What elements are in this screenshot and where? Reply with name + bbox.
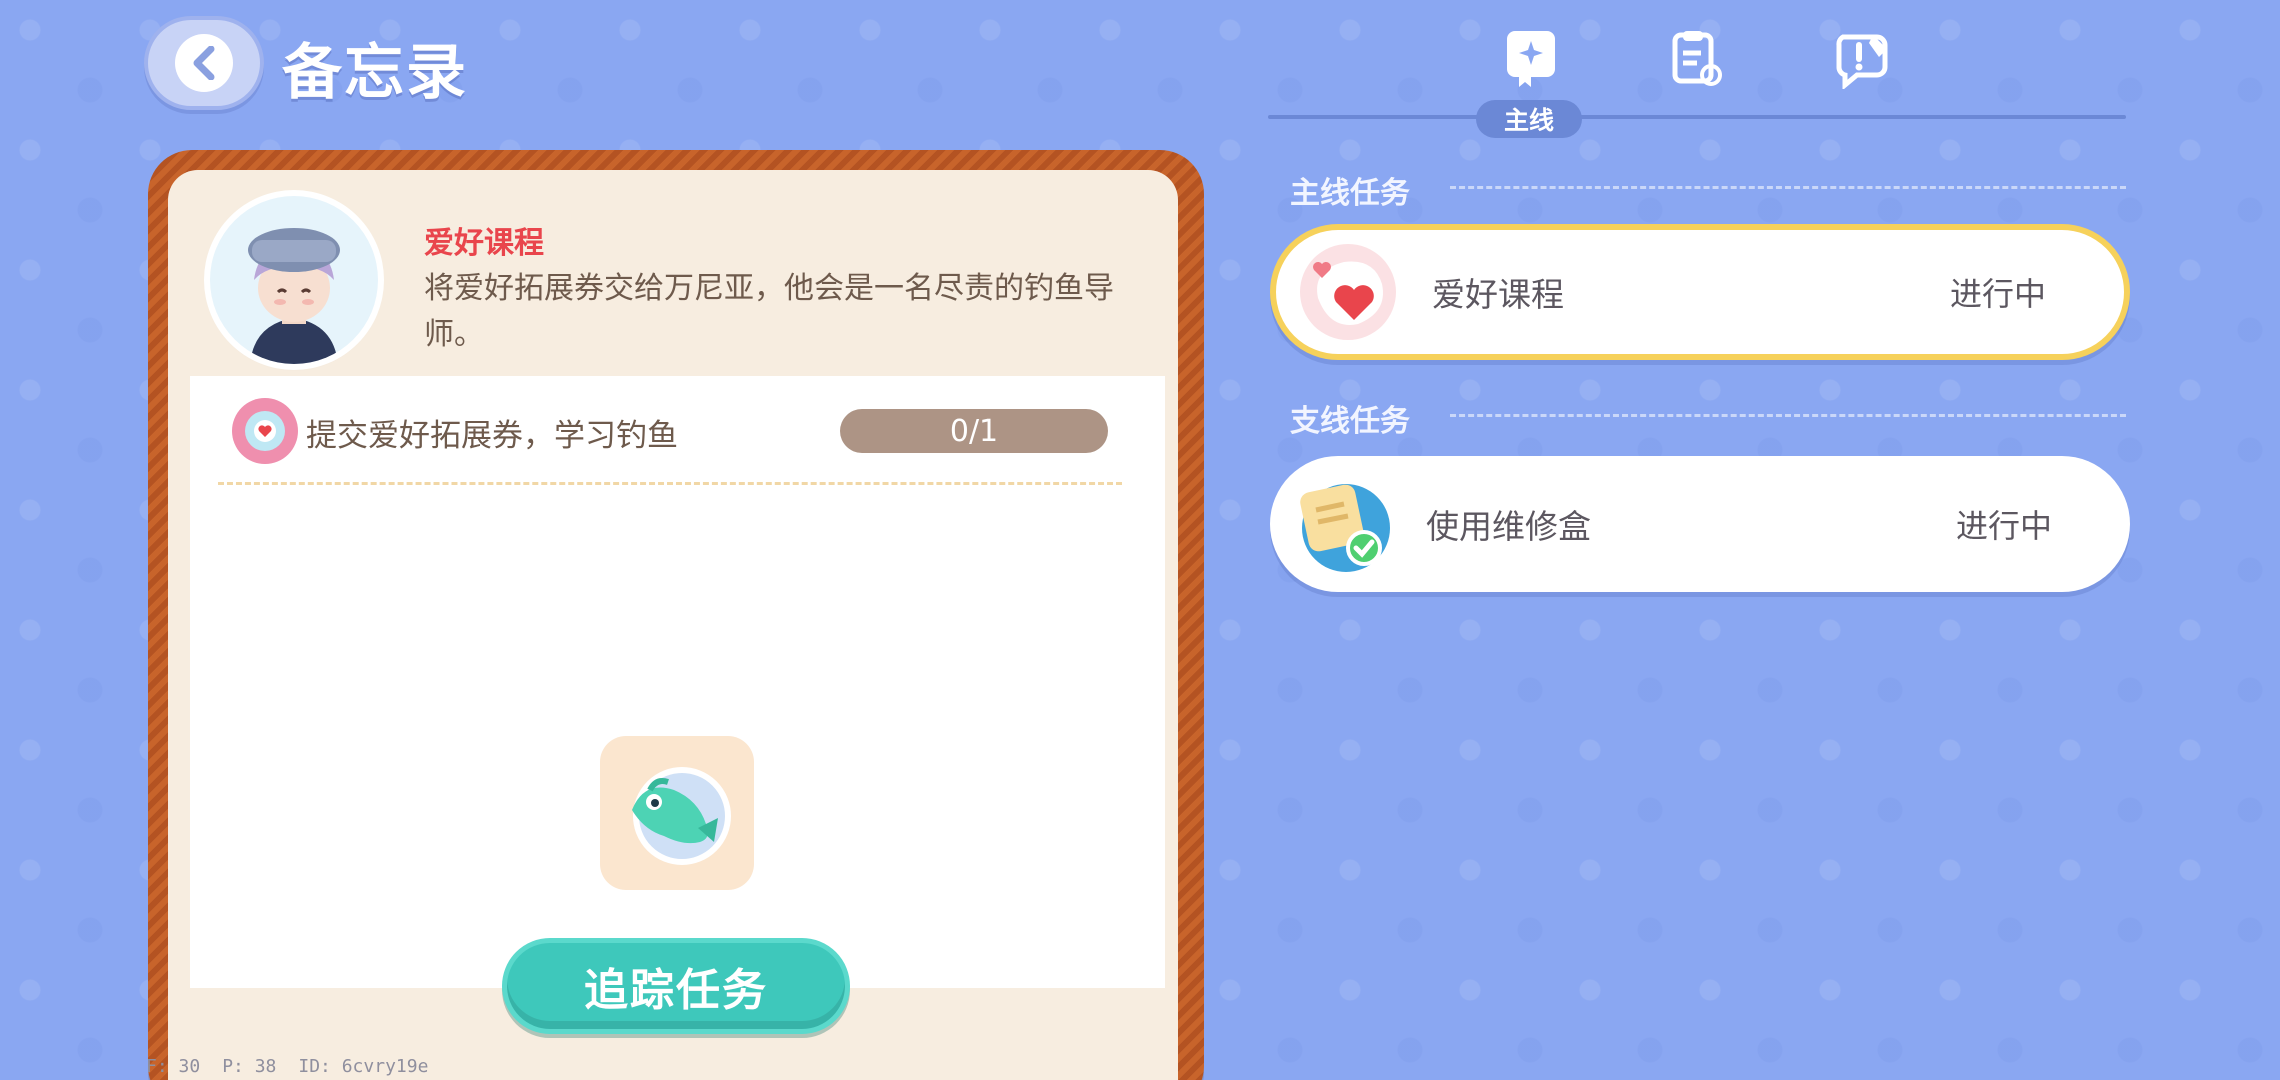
- back-button[interactable]: [144, 16, 264, 110]
- divider: [218, 482, 1122, 485]
- fish-icon: [632, 767, 731, 865]
- tab-notice[interactable]: [1826, 24, 1900, 94]
- quest-title: 爱好课程: [424, 226, 544, 261]
- clipboard-refresh-icon: [1672, 31, 1722, 86]
- side-quest-section-title: 支线任务: [1290, 404, 1410, 439]
- heart-ticket-icon: [232, 398, 298, 464]
- progress-label: 0/1: [949, 413, 999, 449]
- repair-box-icon: [1290, 472, 1394, 576]
- main-quest-section-title: 主线任务: [1290, 176, 1410, 211]
- page-title: 备忘录: [282, 38, 468, 108]
- exclamation-bubble-icon: [1836, 34, 1888, 89]
- tab-side[interactable]: [1660, 24, 1734, 94]
- quest-item-status: 进行中: [1955, 507, 2052, 545]
- objective-progress-bar: 0/1: [840, 409, 1108, 453]
- debug-info: F: 30 P: 38 ID: 6cvry19e: [146, 1056, 450, 1077]
- tab-underline: [1268, 115, 2126, 119]
- debug-id: ID: 6cvry19e: [298, 1056, 429, 1077]
- debug-p: P: 38: [222, 1056, 277, 1077]
- tab-main[interactable]: [1494, 24, 1568, 94]
- book-star-icon: [1507, 31, 1555, 87]
- back-arrow-icon: [175, 34, 233, 92]
- npc-avatar: [210, 196, 378, 364]
- reward-item[interactable]: [600, 736, 754, 890]
- quest-description: 将爱好拓展券交给万尼亚，他会是一名尽责的钓鱼导师。: [424, 271, 1114, 352]
- active-tab-label: 主线: [1476, 100, 1582, 138]
- quest-item-use-repair-box[interactable]: 使用维修盒 进行中: [1270, 456, 2130, 592]
- track-quest-button[interactable]: 追踪任务: [502, 938, 850, 1034]
- quest-item-name: 爱好课程: [1432, 275, 1564, 314]
- quest-item-status: 进行中: [1949, 275, 2046, 313]
- debug-f: F: 30: [146, 1056, 201, 1077]
- quest-item-hobby-course[interactable]: 爱好课程 进行中: [1270, 224, 2130, 360]
- side-section-rule: [1450, 414, 2126, 417]
- quest-item-name: 使用维修盒: [1426, 507, 1591, 546]
- main-section-rule: [1450, 186, 2126, 189]
- heart-bubble-icon: [1296, 240, 1400, 344]
- objective-area: [190, 376, 1165, 988]
- objective-text: 提交爱好拓展券，学习钓鱼: [306, 418, 678, 454]
